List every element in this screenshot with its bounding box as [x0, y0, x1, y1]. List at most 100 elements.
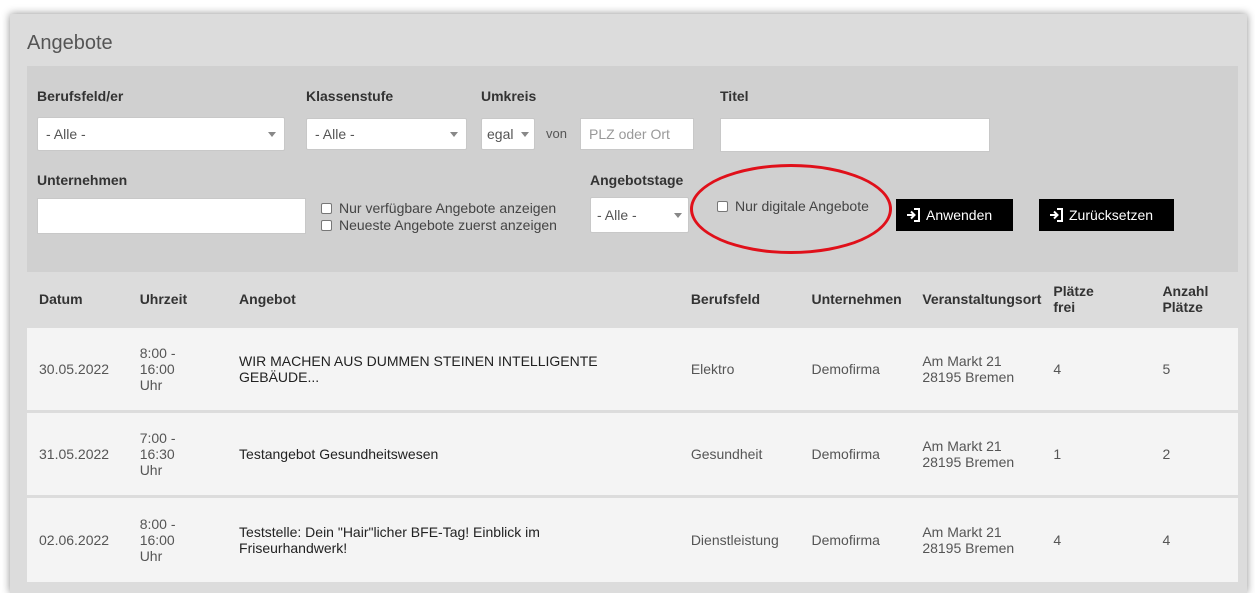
checkbox[interactable] [321, 219, 332, 231]
ort-line1: Am Markt 21 [922, 353, 1002, 369]
angebot-line1: Testangebot Gesundheitswesen [239, 446, 439, 462]
col-berufsfeld[interactable]: Berufsfeld [679, 272, 800, 327]
umkreis-select-value: egal [487, 126, 514, 142]
cell-berufsfeld: Elektro [690, 361, 735, 377]
page-title: Angebote [27, 32, 113, 54]
sign-in-icon [907, 208, 920, 222]
cell-uhrzeit: 8:00 -16:00 Uhr [128, 327, 227, 412]
ort-line1: Am Markt 21 [922, 523, 1002, 540]
col-anzahl-line2: Plätze [1162, 298, 1203, 315]
col-datum[interactable]: Datum [27, 272, 128, 327]
von-label: von [546, 126, 567, 141]
apply-button[interactable]: Anwenden [896, 199, 1013, 231]
time-line2: 16:30 [139, 446, 175, 462]
col-plaetze-frei-line1: Plätze [1053, 282, 1094, 299]
angebot-line2: Friseurhandwerk! [239, 539, 348, 556]
berufsfeld-select[interactable]: - Alle - [37, 117, 285, 151]
cell-ort: Am Markt 21 28195 Bremen [910, 327, 1041, 412]
time-line2: 16:00 [139, 531, 175, 548]
cb-digital[interactable]: Nur digitale Angebote [717, 198, 869, 214]
time-line1: 8:00 - [139, 515, 176, 532]
plz-input[interactable]: PLZ oder Ort [580, 118, 694, 150]
cell-plaetze-frei: 4 [1053, 361, 1062, 377]
sign-in-icon [1050, 208, 1063, 222]
cell-plaetze-frei: 4 [1053, 531, 1062, 548]
titel-label: Titel [720, 88, 749, 104]
cb-verfuegbar[interactable]: Nur verfügbare Angebote anzeigen [321, 200, 556, 216]
table-row[interactable]: 02.06.2022 8:00 -16:00 Uhr Teststelle: De… [27, 496, 1238, 582]
cell-angebot[interactable]: Teststelle: Dein "Hair"licher BFE-Tag! E… [227, 497, 679, 582]
cell-uhrzeit: 8:00 -16:00 Uhr [128, 497, 227, 582]
unternehmen-input[interactable] [37, 198, 306, 234]
cell-ort: Am Markt 21 28195 Bremen [910, 412, 1041, 497]
cell-unternehmen: Demofirma [811, 361, 880, 377]
col-ort[interactable]: Veranstaltungsort [910, 272, 1041, 327]
cell-anzahl-plaetze: 5 [1162, 361, 1171, 377]
table-row[interactable]: 31.05.2022 7:00 -16:30 Uhr Testangebot Ge… [27, 411, 1238, 497]
filter-section: Berufsfeld/er - Alle - Klassenstufe - Al… [27, 66, 1238, 272]
chevron-down-icon [450, 132, 458, 137]
col-plaetze-frei-line2: frei [1053, 298, 1076, 315]
chevron-down-icon [674, 213, 682, 218]
col-anzahl-line1: Anzahl [1162, 282, 1209, 299]
cell-angebot[interactable]: WIR MACHEN AUS DUMMEN STEINEN INTELLIGEN… [227, 327, 679, 412]
col-plaetze-frei[interactable]: Plätze frei [1041, 272, 1150, 327]
cell-anzahl-plaetze: 4 [1162, 531, 1171, 548]
time-line1: 8:00 - [139, 345, 176, 361]
time-line3: Uhr [139, 462, 163, 478]
berufsfeld-label: Berufsfeld/er [37, 88, 124, 104]
cell-uhrzeit: 7:00 -16:30 Uhr [128, 412, 227, 497]
reset-button[interactable]: Zurücksetzen [1039, 199, 1174, 231]
cell-berufsfeld: Dienstleistung [690, 531, 779, 548]
cell-datum: 02.06.2022 [39, 531, 110, 548]
unternehmen-label: Unternehmen [37, 172, 128, 188]
cb-verfuegbar-label: Nur verfügbare Angebote anzeigen [339, 200, 557, 216]
berufsfeld-select-value: - Alle - [46, 126, 86, 142]
cell-plaetze-frei: 1 [1053, 446, 1062, 462]
offers-panel: Angebote Berufsfeld/er - Alle - Klassens… [10, 14, 1247, 593]
col-angebot[interactable]: Angebot [227, 272, 679, 327]
reset-button-label: Zurücksetzen [1069, 207, 1154, 223]
offers-table: Datum Uhrzeit Angebot Berufsfeld Unterne… [27, 272, 1238, 582]
ort-line2: 28195 Bremen [922, 454, 1015, 470]
col-unternehmen[interactable]: Unternehmen [799, 272, 910, 327]
ort-line2: 28195 Bremen [922, 539, 1015, 556]
angebotstage-select[interactable]: - Alle - [590, 197, 689, 233]
cb-neueste-label: Neueste Angebote zuerst anzeigen [339, 217, 557, 233]
chevron-down-icon [521, 132, 529, 137]
angebot-line1: WIR MACHEN AUS DUMMEN STEINEN INTELLIGEN… [239, 353, 598, 369]
klassenstufe-select[interactable]: - Alle - [306, 118, 467, 150]
cb-neueste[interactable]: Neueste Angebote zuerst anzeigen [321, 217, 557, 233]
table-header-row: Datum Uhrzeit Angebot Berufsfeld Unterne… [27, 272, 1238, 327]
checkbox[interactable] [321, 202, 332, 214]
angebot-line1: Teststelle: Dein "Hair"licher BFE-Tag! E… [239, 523, 540, 540]
cell-unternehmen: Demofirma [811, 531, 880, 548]
cell-angebot[interactable]: Testangebot Gesundheitswesen [227, 412, 679, 497]
cell-anzahl-plaetze: 2 [1162, 446, 1171, 462]
angebotstage-select-value: - Alle - [597, 207, 637, 223]
cell-berufsfeld: Gesundheit [690, 446, 763, 462]
cell-datum: 31.05.2022 [39, 446, 110, 462]
ort-line1: Am Markt 21 [922, 438, 1002, 454]
cell-unternehmen: Demofirma [811, 446, 880, 462]
col-uhrzeit[interactable]: Uhrzeit [128, 272, 227, 327]
klassenstufe-label: Klassenstufe [306, 88, 394, 104]
chevron-down-icon [268, 132, 276, 137]
checkbox[interactable] [717, 200, 728, 212]
angebotstage-label: Angebotstage [590, 172, 684, 188]
ort-line2: 28195 Bremen [922, 369, 1015, 385]
time-line2: 16:00 [139, 361, 175, 377]
cell-ort: Am Markt 21 28195 Bremen [910, 497, 1041, 582]
umkreis-select[interactable]: egal [481, 118, 535, 150]
klassenstufe-select-value: - Alle - [315, 126, 355, 142]
apply-button-label: Anwenden [926, 207, 993, 223]
table-row[interactable]: 30.05.2022 8:00 -16:00 Uhr WIR MACHEN AUS… [27, 326, 1238, 412]
time-line1: 7:00 - [139, 430, 176, 446]
time-line3: Uhr [139, 547, 163, 564]
titel-input[interactable] [720, 118, 990, 152]
col-anzahl-plaetze[interactable]: Anzahl Plätze [1150, 272, 1238, 327]
cb-digital-label: Nur digitale Angebote [735, 198, 869, 214]
angebot-line2: GEBÄUDE... [239, 369, 320, 385]
cell-datum: 30.05.2022 [39, 361, 110, 377]
umkreis-label: Umkreis [481, 88, 537, 104]
